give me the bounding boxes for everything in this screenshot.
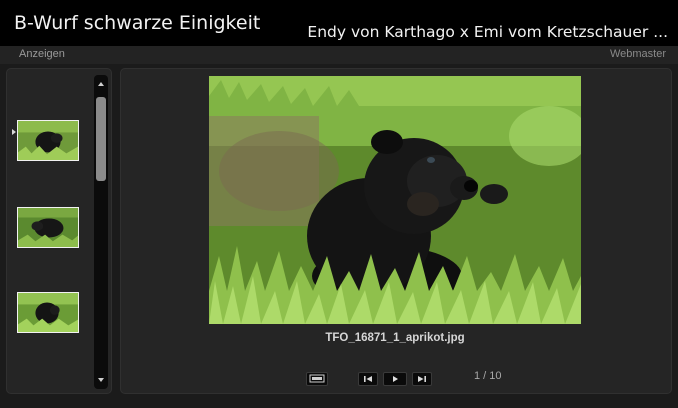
next-icon [418,376,426,382]
scrollbar-thumb[interactable] [96,97,106,181]
header-bar: B-Wurf schwarze Einigkeit Endy von Karth… [0,0,678,46]
thumbnail-scrollbar[interactable] [94,75,108,389]
play-button[interactable] [383,372,407,386]
previous-button[interactable] [358,372,378,386]
thumbnail-2[interactable] [17,207,79,248]
thumbnail-3[interactable] [17,292,79,333]
chevron-down-icon[interactable] [94,373,108,387]
slideshow-button[interactable] [306,372,328,386]
site-title: B-Wurf schwarze Einigkeit [14,12,261,34]
webmaster-link[interactable]: Webmaster [610,48,666,60]
thumbnail-1[interactable] [17,120,79,161]
selected-thumb-indicator-icon [12,129,16,135]
photo-caption: TFO_16871_1_aprikot.jpg [325,332,465,344]
thumbnail-strip [6,68,112,394]
play-icon [393,376,398,382]
monitor-icon [309,374,325,383]
anzeigen-link[interactable]: Anzeigen [19,48,65,60]
next-button[interactable] [412,372,432,386]
chevron-up-icon[interactable] [94,77,108,91]
main-photo[interactable] [209,76,581,324]
photo-viewer: TFO_16871_1_aprikot.jpg 1 / 10 [120,68,672,394]
previous-icon [364,376,372,382]
gallery-title: Endy von Karthago x Emi vom Kretzschauer… [307,23,668,41]
image-counter: 1 / 10 [474,370,502,382]
sub-bar: Anzeigen Webmaster [0,46,678,64]
